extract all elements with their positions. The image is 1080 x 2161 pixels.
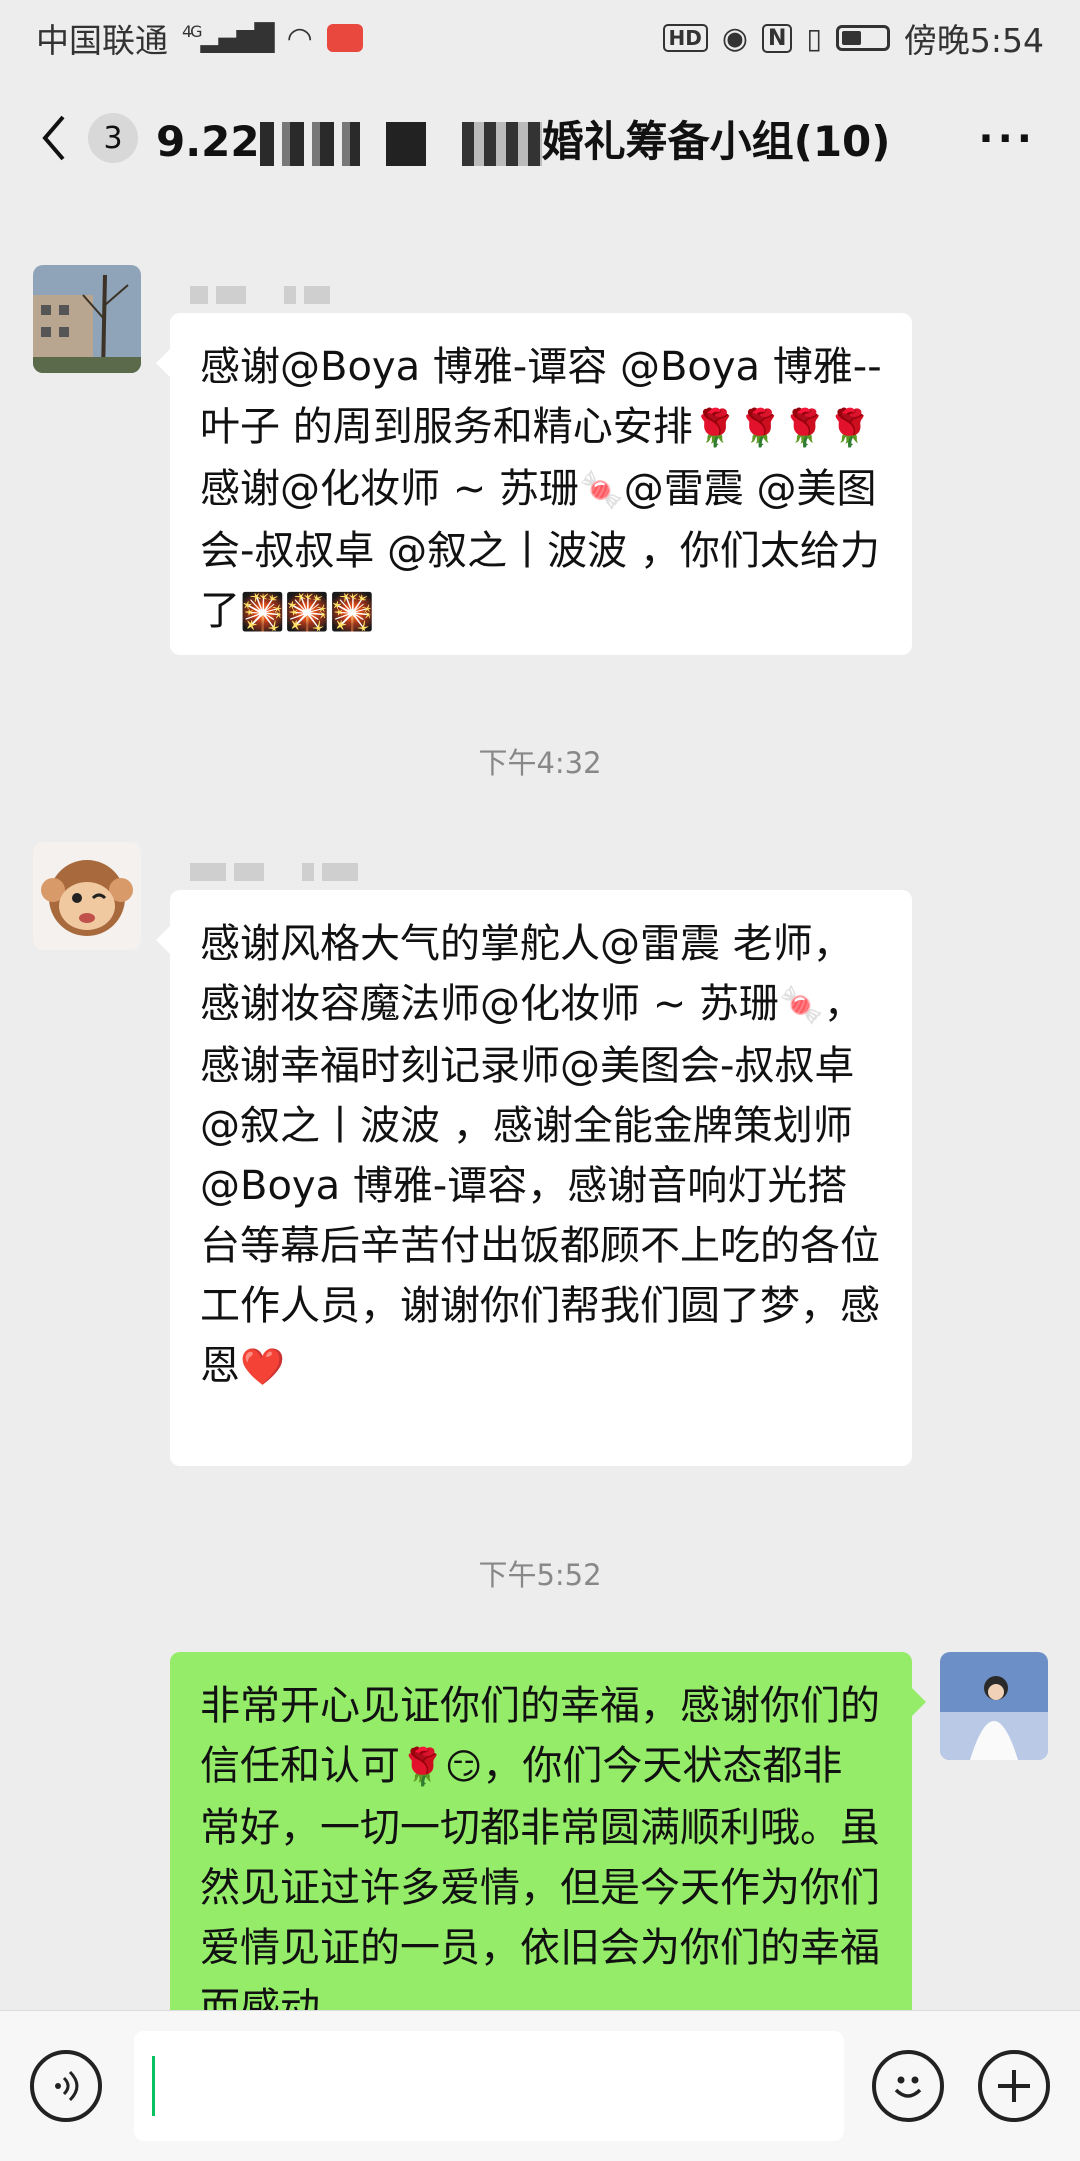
title-redacted	[385, 122, 426, 166]
message-text: 感谢风格大气的掌舵人@雷震 老师，感谢妆容魔法师@化妆师 ~ 苏珊	[200, 921, 853, 1027]
heart-emoji: ❤️	[240, 1347, 285, 1388]
fireworks-emoji: 🎇🎇🎇	[240, 592, 375, 633]
timestamp: 下午4:32	[478, 746, 602, 780]
sender-name-redacted	[190, 863, 366, 885]
title-end: 婚礼筹备小组(10)	[541, 116, 891, 166]
chat-title[interactable]: 9.22 婚礼筹备小组(10)	[156, 108, 890, 169]
text-cursor	[152, 2056, 155, 2116]
title-redacted	[259, 122, 360, 166]
avatar[interactable]	[33, 842, 141, 950]
status-right: HD ◉ N ▯ 傍晚5:54	[662, 14, 1044, 62]
hd-icon: HD	[662, 24, 708, 52]
candy-emoji: 🍬	[578, 470, 624, 511]
sender-name-redacted	[190, 286, 338, 308]
wifi-icon: ◠	[286, 20, 313, 56]
message-bubble[interactable]: 感谢@Boya 博雅-谭容 @Boya 博雅--叶子 的周到服务和精心安排🌹🌹🌹…	[156, 313, 912, 655]
battery-icon	[835, 25, 890, 51]
title-redacted	[461, 122, 542, 166]
title-start: 9.22	[156, 116, 260, 166]
candy-emoji: 🍬	[778, 985, 824, 1026]
emoji-icon[interactable]	[872, 2050, 944, 2122]
signal-icon: 4G▂▄▆█	[182, 22, 275, 54]
status-bar: 中国联通 4G▂▄▆█ ◠ HD ◉ N ▯ 傍晚5:54	[0, 0, 1080, 76]
nfc-icon: N	[762, 23, 793, 53]
vibrate-icon: ▯	[806, 21, 822, 55]
message-input[interactable]	[134, 2031, 844, 2141]
message-text: 感谢@化妆师 ~ 苏珊	[200, 466, 579, 512]
eye-icon: ◉	[721, 20, 749, 56]
rose-smirk-emoji: 🌹😏	[400, 1747, 483, 1788]
plus-icon[interactable]	[978, 2050, 1050, 2122]
voice-icon[interactable]	[30, 2050, 102, 2122]
chat-header: 3 9.22 婚礼筹备小组(10) ···	[0, 76, 1080, 200]
timestamp: 下午5:52	[478, 1558, 602, 1592]
app-notification-icon	[326, 24, 363, 52]
more-icon[interactable]: ···	[978, 116, 1036, 162]
back-icon[interactable]	[34, 108, 74, 168]
status-left: 中国联通 4G▂▄▆█ ◠	[36, 14, 363, 62]
rose-emoji: 🌹🌹🌹🌹	[692, 408, 873, 449]
battery-level	[841, 31, 861, 45]
clock: 傍晚5:54	[903, 21, 1044, 60]
carrier-label: 中国联通	[36, 21, 168, 60]
avatar[interactable]	[33, 265, 141, 373]
message-text: ，感谢幸福时刻记录师@美图会-叔叔卓 @叙之丨波波 ，感谢全能金牌策划师@Boy…	[200, 981, 880, 1389]
network-label: 4G	[182, 22, 203, 42]
input-bar	[0, 2010, 1080, 2161]
message-bubble[interactable]: 感谢风格大气的掌舵人@雷震 老师，感谢妆容魔法师@化妆师 ~ 苏珊🍬，感谢幸福时…	[156, 890, 912, 1466]
unread-count-badge: 3	[88, 113, 138, 163]
avatar[interactable]	[940, 1652, 1048, 1760]
